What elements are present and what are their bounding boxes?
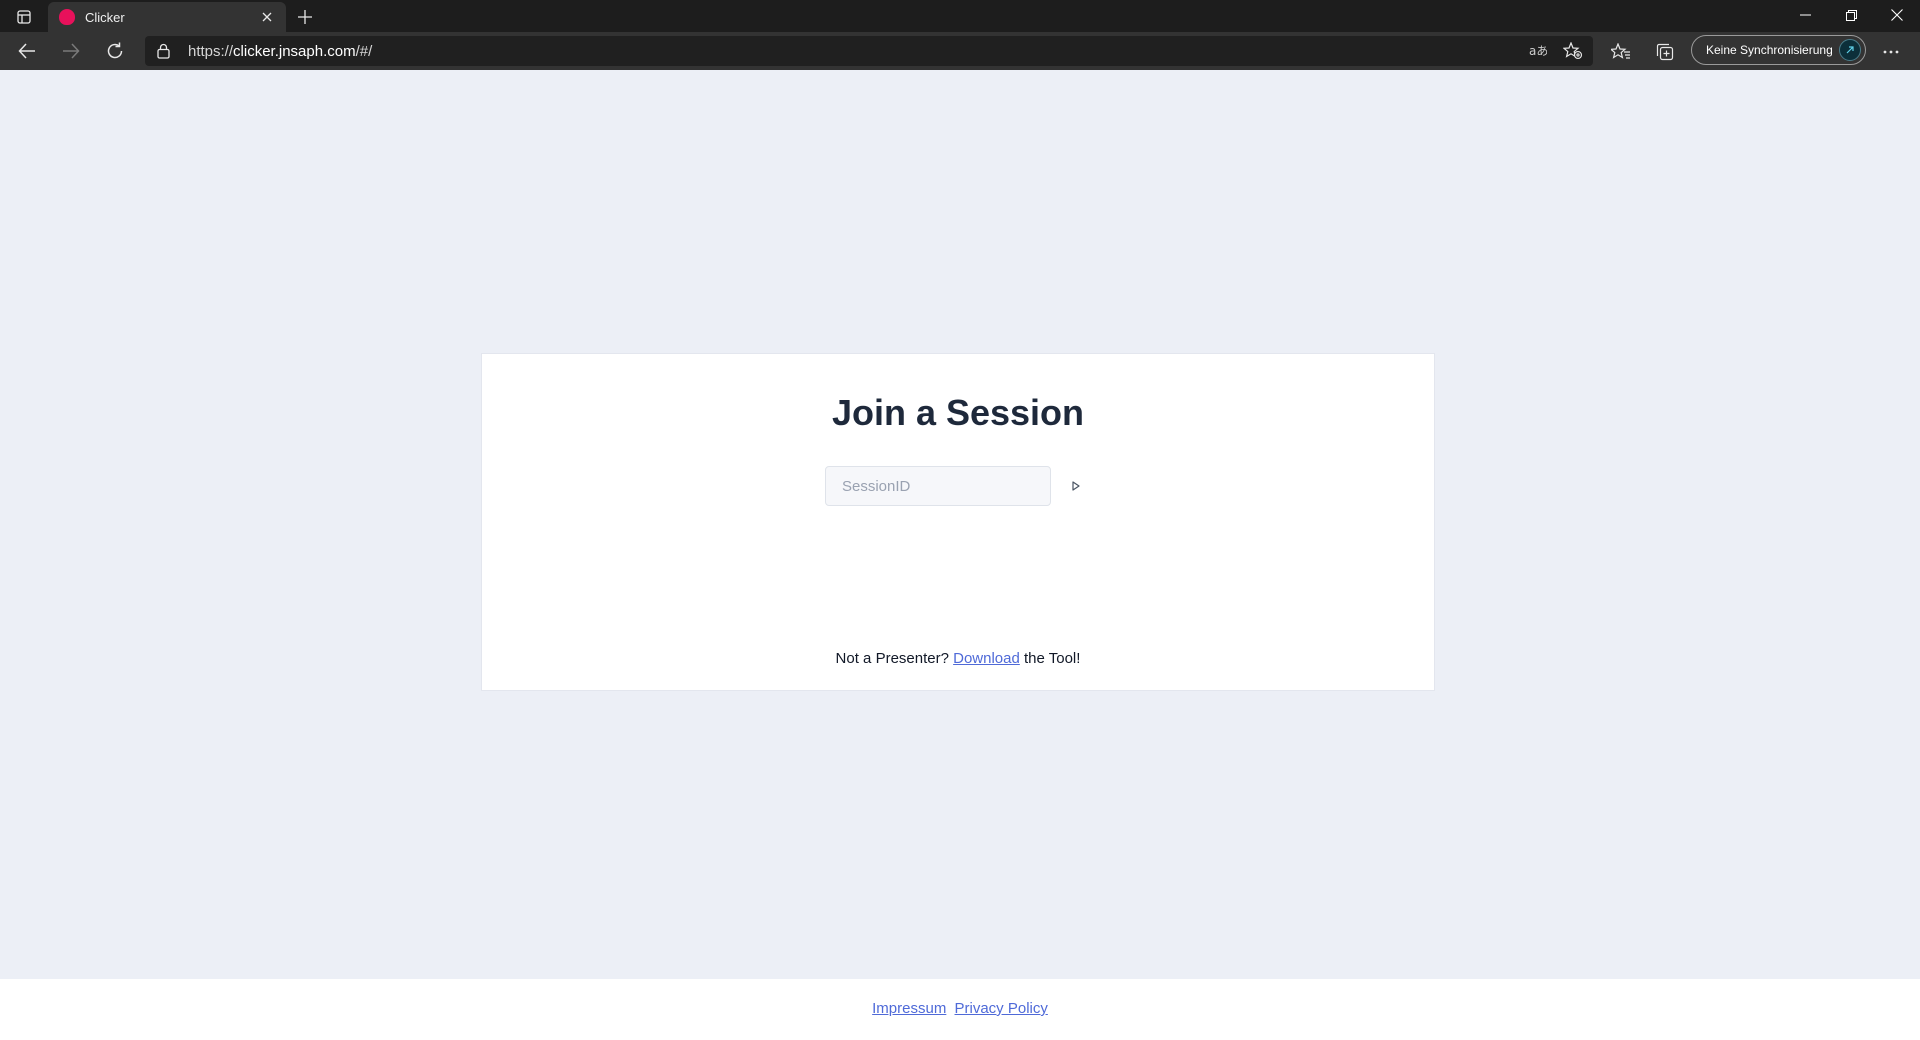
session-id-input[interactable] [825, 466, 1051, 506]
page-viewport: Join a Session Not a Presenter? Download… [0, 70, 1920, 1040]
clicker-favicon-icon [59, 9, 75, 25]
minimize-icon[interactable] [1782, 0, 1828, 30]
browser-tab-bar: Clicker [0, 0, 1920, 32]
play-arrow-icon [1072, 481, 1080, 491]
tab-title: Clicker [85, 9, 125, 25]
url-text[interactable]: https://clicker.jnsaph.com/#/ [188, 43, 372, 60]
close-window-icon[interactable] [1874, 0, 1920, 30]
favorites-icon[interactable] [1606, 37, 1636, 67]
restore-icon[interactable] [1828, 0, 1874, 30]
browser-toolbar: https://clicker.jnsaph.com/#/ aあ Keine S… [0, 32, 1920, 70]
read-aloud-icon[interactable]: aあ [1527, 41, 1549, 61]
star-add-icon[interactable] [1562, 41, 1584, 61]
page-title: Join a Session [831, 392, 1085, 433]
page-footer: Impressum Privacy Policy [0, 979, 1920, 1040]
sync-label: Keine Synchronisierung [1706, 43, 1833, 57]
close-tab-icon[interactable] [258, 8, 276, 26]
profile-avatar-icon [1839, 39, 1861, 61]
tab-actions-icon[interactable] [10, 6, 38, 28]
join-submit-button[interactable] [1064, 474, 1088, 498]
privacy-policy-link[interactable]: Privacy Policy [955, 1000, 1048, 1017]
more-menu-icon[interactable] [1876, 37, 1906, 67]
presenter-download-text: Not a Presenter? Download the Tool! [835, 650, 1081, 667]
join-session-card: Join a Session Not a Presenter? Download… [481, 353, 1435, 691]
forward-arrow-icon[interactable] [56, 36, 86, 66]
lock-icon[interactable] [157, 43, 170, 64]
address-bar[interactable]: https://clicker.jnsaph.com/#/ aあ [145, 36, 1593, 66]
refresh-icon[interactable] [100, 36, 130, 66]
new-tab-icon[interactable] [292, 5, 318, 29]
svg-text:aあ: aあ [1529, 44, 1547, 58]
back-arrow-icon[interactable] [12, 36, 42, 66]
download-link[interactable]: Download [953, 650, 1020, 667]
browser-tab-active[interactable]: Clicker [48, 2, 286, 32]
sync-profile-button[interactable]: Keine Synchronisierung [1691, 35, 1866, 65]
collections-icon[interactable] [1650, 37, 1680, 67]
impressum-link[interactable]: Impressum [872, 1000, 946, 1017]
